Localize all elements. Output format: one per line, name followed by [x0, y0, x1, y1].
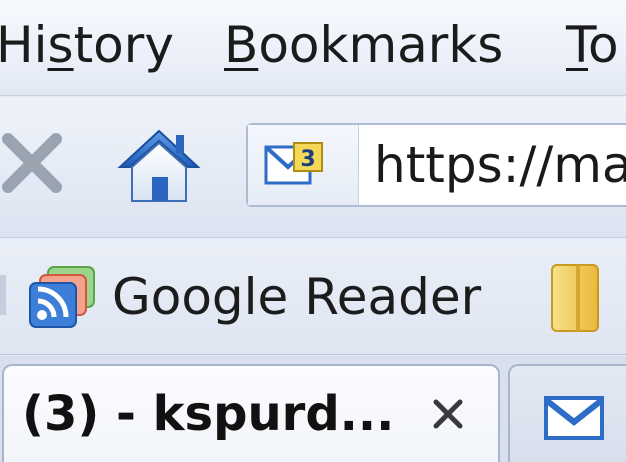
google-reader-icon[interactable]: [28, 265, 98, 329]
tab-gmail[interactable]: [508, 364, 626, 462]
menu-tools-mnemonic: T: [566, 16, 589, 74]
close-icon[interactable]: [428, 394, 468, 434]
bookmarks-toolbar: Google Reader: [0, 239, 626, 355]
home-icon[interactable]: [116, 125, 202, 207]
tab-strip: (3) - kspurd...: [0, 356, 626, 462]
gmail-icon: [544, 396, 604, 440]
tab-active[interactable]: (3) - kspurd...: [2, 364, 500, 462]
menu-bookmarks[interactable]: Bookmarks: [224, 14, 503, 76]
menu-bookmarks-mnemonic: B: [224, 16, 259, 74]
menu-history-pre: Hi: [0, 16, 48, 74]
menu-bar: History Bookmarks To: [0, 0, 626, 96]
navigation-toolbar: 3 https://ma: [0, 97, 626, 238]
site-identity-icon: 3: [264, 142, 323, 185]
menu-history[interactable]: History: [0, 14, 174, 76]
menu-history-mnemonic: s: [47, 16, 74, 74]
menu-history-post: tory: [73, 16, 174, 74]
menu-tools-post: o: [588, 16, 619, 74]
menu-bookmarks-post: ookmarks: [258, 16, 504, 74]
svg-text:3: 3: [300, 147, 315, 172]
folder-icon[interactable]: [548, 261, 602, 335]
menu-tools[interactable]: To: [566, 14, 619, 76]
url-text: https://ma: [374, 136, 626, 194]
bookmark-google-reader[interactable]: Google Reader: [112, 265, 481, 329]
tab-title: (3) - kspurd...: [22, 386, 395, 442]
site-identity-button[interactable]: 3: [248, 125, 359, 205]
url-bar[interactable]: 3 https://ma: [246, 123, 626, 207]
toolbar-grip: [0, 275, 6, 315]
stop-icon[interactable]: [2, 133, 62, 193]
